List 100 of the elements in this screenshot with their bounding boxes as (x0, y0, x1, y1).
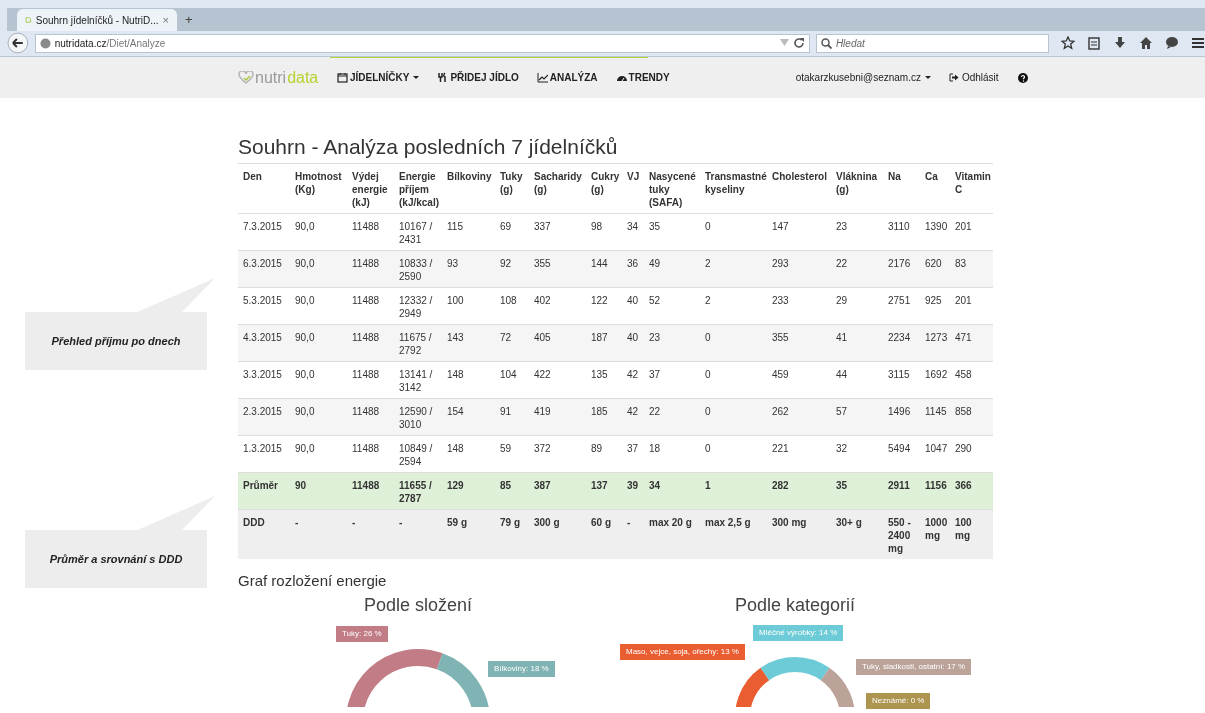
table-cell: 79 g (495, 509, 529, 559)
column-header: Nasycené tuky (SAFA) (644, 163, 700, 214)
tab-title: Souhrn jídelníčků - NutriD... (35, 13, 159, 28)
table-cell: 90,0 (290, 250, 347, 288)
table-cell: Průměr (238, 472, 290, 510)
table-cell: - (622, 509, 644, 559)
chat-bubble-icon[interactable] (1165, 36, 1179, 50)
table-cell: 42 (622, 361, 644, 399)
browser-tab[interactable]: Souhrn jídelníčků - NutriD... × (17, 9, 177, 31)
new-tab-button[interactable]: + (185, 9, 193, 29)
table-cell: 18 (644, 435, 700, 473)
page-icon (25, 14, 32, 26)
table-cell: 135 (586, 361, 622, 399)
table-cell: 108 (495, 287, 529, 325)
table-cell: 201 (950, 213, 993, 251)
sign-out-icon (948, 73, 959, 82)
table-cell: 11488 (347, 324, 394, 362)
chart-title: Podle kategorií (734, 593, 856, 617)
table-cell: 37 (622, 435, 644, 473)
table-cell: 23 (831, 213, 883, 251)
url-path: /Diet/Analyze (106, 36, 167, 51)
help-icon[interactable] (1017, 72, 1028, 83)
table-cell: 1000 mg (920, 509, 950, 559)
table-cell: 2176 (883, 250, 920, 288)
table-cell: 1.3.2015 (238, 435, 290, 473)
table-cell: 0 (700, 213, 767, 251)
table-cell: 620 (920, 250, 950, 288)
bookmark-star-icon[interactable] (1061, 36, 1075, 50)
table-cell: 72 (495, 324, 529, 362)
table-cell: 100 (442, 287, 495, 325)
home-icon[interactable] (1139, 36, 1153, 50)
table-cell: 90 (290, 472, 347, 510)
table-cell: 337 (529, 213, 586, 251)
table-cell: 90,0 (290, 287, 347, 325)
table-cell: 187 (586, 324, 622, 362)
table-cell: - (347, 509, 394, 559)
table-cell: 419 (529, 398, 586, 436)
table-cell: 300 g (529, 509, 586, 559)
table-cell: 3.3.2015 (238, 361, 290, 399)
reload-icon[interactable] (792, 37, 805, 49)
clipboard-icon[interactable] (1087, 36, 1101, 50)
search-bar[interactable]: Hledat (815, 33, 1049, 53)
nav-link[interactable]: TRENDY (615, 70, 670, 85)
table-cell: 2751 (883, 287, 920, 325)
table-cell: 355 (767, 324, 831, 362)
callout-text: Průměr a srovnání s DDD (49, 551, 183, 567)
table-cell: 37 (644, 361, 700, 399)
table-cell: 221 (767, 435, 831, 473)
nav-link[interactable]: PŘIDEJ JÍDLO (437, 70, 519, 85)
table-cell: 11488 (347, 435, 394, 473)
table-cell: 91 (495, 398, 529, 436)
table-cell: 2234 (883, 324, 920, 362)
table-cell: 12332 / 2949 (394, 287, 442, 325)
nav-link[interactable]: ANALÝZA (536, 70, 598, 85)
table-cell: max 2,5 g (700, 509, 767, 559)
table-cell: 6.3.2015 (238, 250, 290, 288)
table-cell: 137 (586, 472, 622, 510)
nav-link[interactable]: JÍDELNÍČKY (337, 70, 420, 85)
back-button-icon[interactable] (7, 32, 29, 54)
address-bar[interactable]: nutridata.cz/Diet/Analyze (34, 33, 810, 53)
table-cell: 2 (700, 250, 767, 288)
table-cell: 83 (950, 250, 993, 288)
table-cell: 11488 (347, 398, 394, 436)
table-cell: 154 (442, 398, 495, 436)
column-header: Hmotnost (Kg) (290, 163, 347, 214)
table-cell: 22 (831, 250, 883, 288)
table-cell: 458 (950, 361, 993, 399)
table-cell: 3115 (883, 361, 920, 399)
table-cell: 115 (442, 213, 495, 251)
table-cell: 5.3.2015 (238, 287, 290, 325)
table-cell: 42 (622, 398, 644, 436)
table-cell: 11488 (347, 287, 394, 325)
chart-label: Mléčné výrobky: 14 % (753, 624, 844, 641)
table-cell: 0 (700, 398, 767, 436)
table-cell: 10849 / 2594 (394, 435, 442, 473)
table-cell: 11488 (347, 472, 394, 510)
column-header: Bílkoviny (442, 163, 495, 214)
table-cell: 402 (529, 287, 586, 325)
logout-link[interactable]: Odhlásit (948, 70, 999, 85)
menu-icon[interactable] (1191, 36, 1205, 50)
table-cell: 39 (622, 472, 644, 510)
user-menu[interactable]: otakarzkusebni@seznam.cz (795, 70, 931, 85)
table-cell: - (394, 509, 442, 559)
table-cell: 100 mg (950, 509, 993, 559)
tab-close-button[interactable]: × (162, 11, 169, 29)
search-field[interactable]: Hledat (835, 35, 1036, 51)
table-cell: 90,0 (290, 361, 347, 399)
table-cell: 300 mg (767, 509, 831, 559)
globe-icon (39, 37, 51, 49)
table-cell: 0 (700, 324, 767, 362)
column-header: Výdej energie (kJ) (347, 163, 394, 214)
table-cell: 29 (831, 287, 883, 325)
table-cell: 2911 (883, 472, 920, 510)
chart-label: Bílkoviny: 18 % (488, 660, 555, 677)
table-cell: 1273 (920, 324, 950, 362)
download-icon[interactable] (1113, 36, 1127, 50)
table-cell: 98 (586, 213, 622, 251)
section-heading: Graf rozložení energie (238, 571, 387, 590)
table-cell: 5494 (883, 435, 920, 473)
table-cell: 471 (950, 324, 993, 362)
